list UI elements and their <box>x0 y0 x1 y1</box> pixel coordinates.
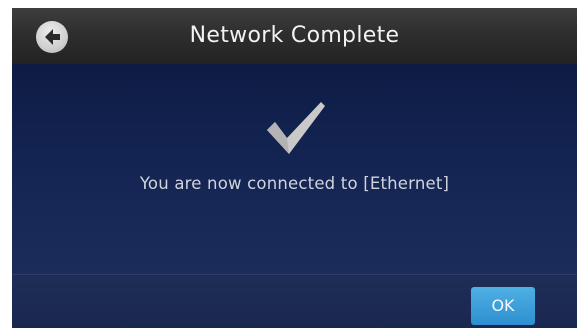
back-button[interactable] <box>36 21 68 53</box>
ok-button[interactable]: OK <box>471 287 535 325</box>
back-arrow-icon <box>45 29 60 45</box>
footer-bar: OK <box>12 274 577 328</box>
content-area: You are now connected to [Ethernet] <box>12 64 577 274</box>
header-bar: Network Complete <box>12 8 577 64</box>
network-complete-dialog: Network Complete You are now connected t… <box>12 8 577 328</box>
status-message: You are now connected to [Ethernet] <box>139 174 450 193</box>
page-title: Network Complete <box>189 23 400 48</box>
checkmark-icon <box>267 102 325 154</box>
